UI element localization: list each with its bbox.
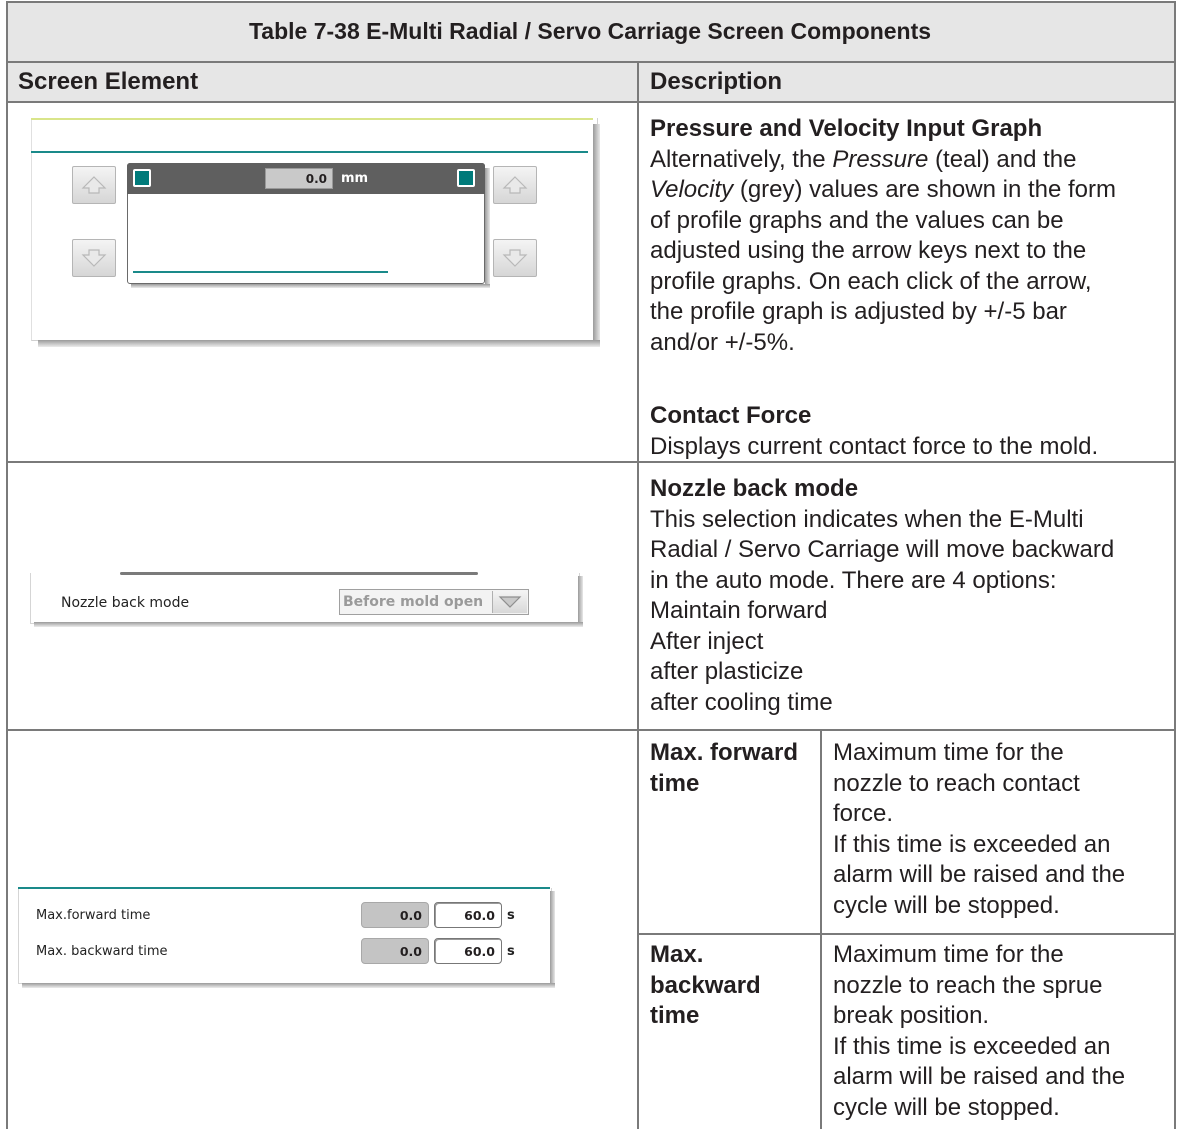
term-line: Max. (650, 941, 704, 968)
column-header-screen-element: Screen Element (18, 68, 199, 95)
pressure-profile-line (133, 271, 388, 273)
max-backward-time-description: Maximum time for the nozzle to reach the… (833, 940, 1125, 1123)
chevron-down-icon (498, 596, 522, 608)
text-span: (teal) and the (928, 145, 1077, 173)
max-backward-time-input[interactable]: 60.0 (434, 938, 502, 964)
document-page: Table 7-38 E-Multi Radial / Servo Carria… (0, 0, 1181, 1129)
velocity-marker[interactable] (457, 169, 475, 187)
pressure-term: Pressure (832, 145, 929, 173)
option-item: after cooling time (650, 688, 833, 716)
column-divider (637, 63, 639, 1129)
nozzle-back-mode-dropdown[interactable]: Before mold open (339, 589, 529, 615)
option-item: After inject (650, 627, 764, 655)
text-line: and/or +/-5%. (650, 328, 795, 356)
contact-force-heading: Contact Force (650, 402, 812, 429)
row2-description: Nozzle back mode This selection indicate… (650, 474, 1114, 718)
contact-force-text: Displays current contact force to the mo… (650, 432, 1099, 460)
border-left (6, 1, 8, 1129)
border-right (1174, 1, 1176, 1129)
graph-heading: Pressure and Velocity Input Graph (650, 115, 1043, 142)
text-line: This selection indicates when the E-Mult… (650, 505, 1084, 533)
dropdown-toggle[interactable] (492, 591, 527, 613)
velocity-term: Velocity (650, 176, 734, 203)
desc-line: break position. (833, 1002, 990, 1029)
desc-line: cycle will be stopped. (833, 1093, 1060, 1121)
arrow-up-icon (502, 176, 528, 194)
term-line: Max. forward (650, 739, 799, 766)
velocity-up-arrow-button[interactable] (493, 166, 537, 204)
max-backward-time-actual: 0.0 (361, 938, 429, 964)
option-item: Maintain forward (650, 597, 828, 624)
rule-row2 (6, 729, 1176, 731)
pressure-marker[interactable] (133, 169, 151, 187)
text-line: adjusted using the arrow keys next to th… (650, 237, 1087, 264)
desc-line: Maximum time for the (833, 739, 1064, 766)
term-line: time (650, 769, 700, 797)
pressure-down-arrow-button[interactable] (72, 239, 116, 277)
nozzle-back-mode-label: Nozzle back mode (61, 595, 190, 611)
option-item: after plasticize (650, 658, 804, 685)
text-line: profile graphs. On each click of the arr… (650, 267, 1092, 295)
text-line: Radial / Servo Carriage will move backwa… (650, 536, 1115, 563)
nozzle-heading: Nozzle back mode (650, 475, 859, 502)
text-line: the profile graph is adjusted by +/-5 ba… (650, 298, 1067, 325)
max-forward-time-actual: 0.0 (361, 902, 429, 928)
position-unit: mm (341, 171, 369, 186)
term-line: backward (650, 971, 761, 999)
dropdown-selected-value: Before mold open (343, 594, 484, 610)
row1-description: Pressure and Velocity Input Graph Altern… (650, 114, 1116, 462)
desc-line: nozzle to reach contact (833, 769, 1080, 797)
rule-under-title (6, 61, 1176, 63)
text-line: of profile graphs and the values can be (650, 206, 1064, 234)
sub-column-divider (820, 731, 822, 1129)
desc-line: If this time is exceeded an (833, 1032, 1111, 1060)
max-backward-time-label: Max. backward time (36, 944, 168, 959)
pressure-up-arrow-button[interactable] (72, 166, 116, 204)
velocity-down-arrow-button[interactable] (493, 239, 537, 277)
desc-line: alarm will be raised and the (833, 861, 1126, 888)
desc-line: force. (833, 800, 894, 827)
max-forward-time-term: Max. forward time (650, 738, 798, 799)
text-span: Alternatively, the (650, 145, 833, 173)
arrow-down-icon (502, 249, 528, 267)
desc-line: nozzle to reach the sprue (833, 971, 1103, 999)
term-line: time (650, 1002, 700, 1029)
max-backward-time-term: Max. backward time (650, 940, 761, 1032)
position-value: 0.0 (265, 168, 333, 189)
rule-subrow (638, 933, 1176, 935)
desc-line: cycle will be stopped. (833, 891, 1060, 919)
arrow-down-icon (81, 249, 107, 267)
table-title: Table 7-38 E-Multi Radial / Servo Carria… (248, 18, 932, 44)
desc-line: If this time is exceeded an (833, 830, 1111, 858)
max-forward-time-description: Maximum time for the nozzle to reach con… (833, 738, 1125, 921)
max-backward-time-unit: s (507, 944, 515, 959)
text-span: (grey) values are shown in the form (733, 176, 1116, 203)
max-forward-time-unit: s (507, 908, 515, 923)
arrow-up-icon (81, 176, 107, 194)
rule-under-header (6, 101, 1176, 103)
max-forward-time-input[interactable]: 60.0 (434, 902, 502, 928)
border-top (6, 1, 1176, 3)
text-line: in the auto mode. There are 4 options: (650, 566, 1057, 594)
desc-line: alarm will be raised and the (833, 1063, 1126, 1090)
max-forward-time-label: Max.forward time (36, 908, 151, 923)
desc-line: Maximum time for the (833, 941, 1064, 968)
column-header-description: Description (650, 68, 783, 95)
